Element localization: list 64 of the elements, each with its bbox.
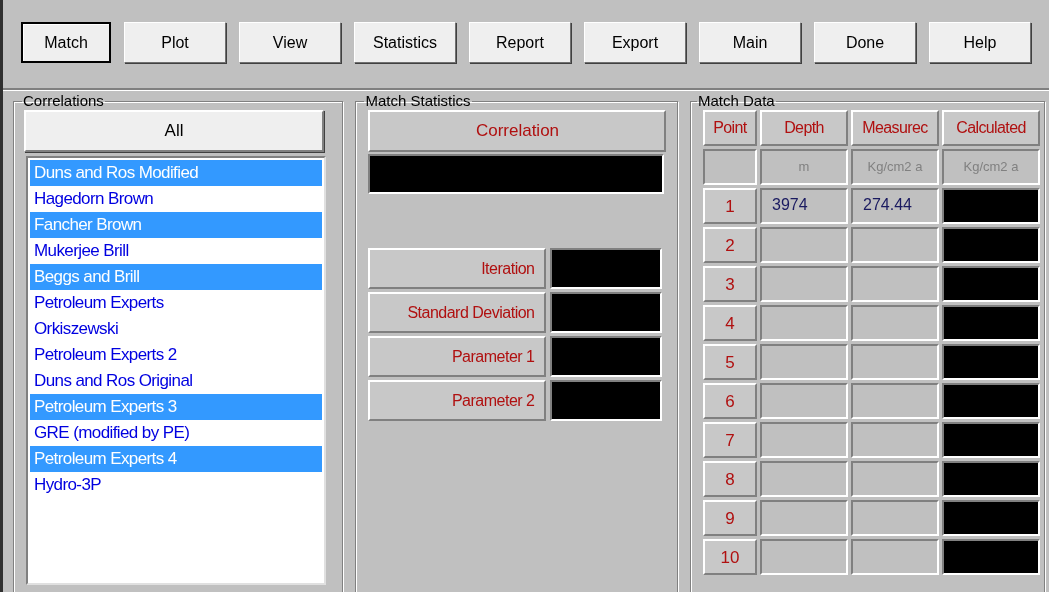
stat-label: Parameter 2	[368, 380, 547, 421]
table-cell[interactable]	[760, 344, 848, 380]
column-header: Calculated	[942, 110, 1040, 146]
all-button[interactable]: All	[24, 110, 324, 152]
table-cell[interactable]	[760, 305, 848, 341]
toolbar-button[interactable]: Help	[929, 22, 1031, 63]
point-cell: 10	[703, 539, 757, 575]
stat-label: Parameter 1	[368, 336, 547, 377]
table-cell[interactable]	[760, 500, 848, 536]
toolbar-button[interactable]: Statistics	[354, 22, 456, 63]
unit-cell: Kg/cm2 a	[851, 149, 939, 185]
stat-label: Iteration	[368, 248, 547, 289]
table-cell[interactable]	[851, 500, 939, 536]
table-cell[interactable]: 3974	[760, 188, 848, 224]
panel-title: Match Statistics	[364, 94, 472, 108]
unit-cell: Kg/cm2 a	[942, 149, 1040, 185]
point-cell: 7	[703, 422, 757, 458]
list-item[interactable]: Orkiszewski	[30, 316, 322, 342]
point-cell: 9	[703, 500, 757, 536]
unit-cell: m	[760, 149, 848, 185]
table-cell[interactable]	[851, 422, 939, 458]
correlation-label: Correlation	[368, 110, 667, 152]
list-item[interactable]: Hydro-3P	[30, 472, 322, 498]
table-cell[interactable]	[851, 344, 939, 380]
point-cell: 1	[703, 188, 757, 224]
toolbar-button[interactable]: Report	[469, 22, 571, 63]
toolbar-button[interactable]: Export	[584, 22, 686, 63]
table-cell[interactable]	[760, 461, 848, 497]
table-cell[interactable]	[851, 305, 939, 341]
point-cell: 6	[703, 383, 757, 419]
list-item[interactable]: Hagedorn Brown	[30, 186, 322, 212]
stat-label: Standard Deviation	[368, 292, 547, 333]
point-cell: 3	[703, 266, 757, 302]
toolbar-button[interactable]: Plot	[124, 22, 226, 63]
point-cell: 4	[703, 305, 757, 341]
point-cell: 2	[703, 227, 757, 263]
table-cell[interactable]	[760, 539, 848, 575]
table-cell[interactable]	[851, 266, 939, 302]
list-item[interactable]: Mukerjee Brill	[30, 238, 322, 264]
column-header: Point	[703, 110, 757, 146]
list-item[interactable]: GRE (modified by PE)	[30, 420, 322, 446]
column-header: Measurec	[851, 110, 939, 146]
unit-cell	[703, 149, 757, 185]
list-item[interactable]: Duns and Ros Original	[30, 368, 322, 394]
toolbar-button[interactable]: Main	[699, 22, 801, 63]
table-cell[interactable]	[760, 383, 848, 419]
table-cell[interactable]	[851, 539, 939, 575]
panel-title: Correlations	[22, 94, 105, 108]
toolbar-button[interactable]: Match	[21, 22, 111, 63]
table-cell[interactable]	[851, 383, 939, 419]
column-header: Depth	[760, 110, 848, 146]
panel-title: Match Data	[697, 94, 776, 108]
list-item[interactable]: Petroleum Experts	[30, 290, 322, 316]
list-item[interactable]: Petroleum Experts 2	[30, 342, 322, 368]
toolbar-button[interactable]: View	[239, 22, 341, 63]
point-cell: 8	[703, 461, 757, 497]
table-cell[interactable]	[851, 227, 939, 263]
table-cell[interactable]	[851, 461, 939, 497]
table-cell[interactable]: 274.44	[851, 188, 939, 224]
table-cell[interactable]	[760, 422, 848, 458]
table-cell[interactable]	[760, 266, 848, 302]
table-cell[interactable]	[760, 227, 848, 263]
point-cell: 5	[703, 344, 757, 380]
toolbar-button[interactable]: Done	[814, 22, 916, 63]
